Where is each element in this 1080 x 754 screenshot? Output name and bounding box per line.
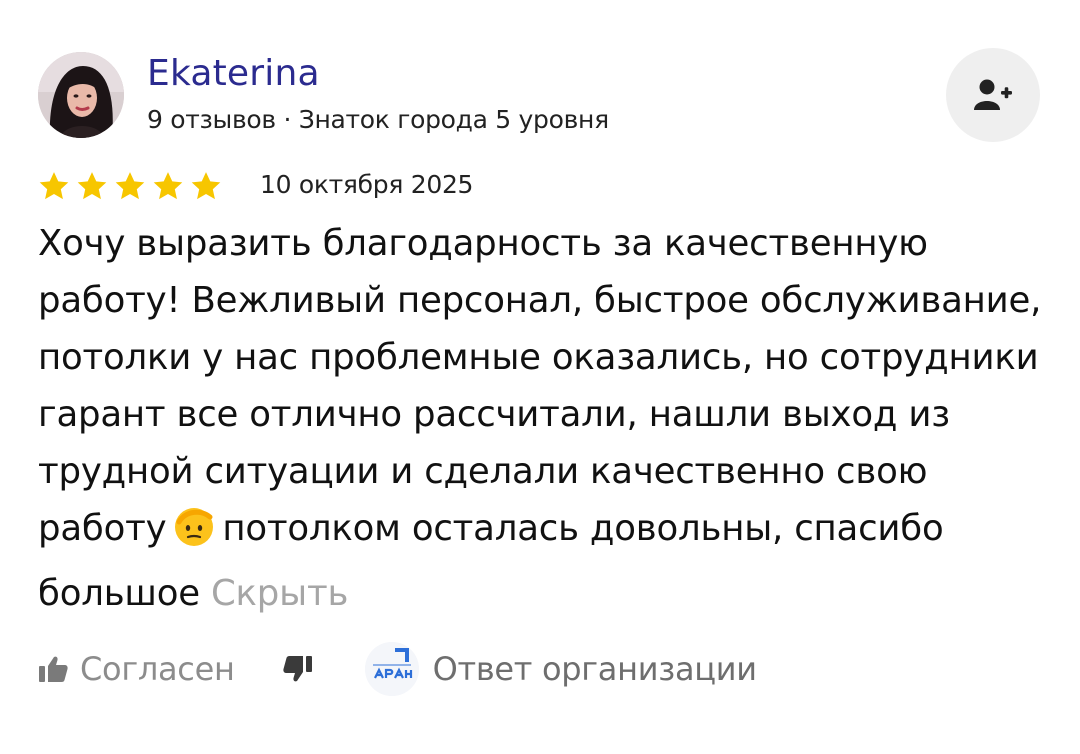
org-reply-label: Ответ организации (432, 650, 757, 688)
review-text: Хочу выразить благодарность за качествен… (38, 215, 1048, 622)
org-logo (364, 642, 419, 696)
star-icon (153, 172, 183, 200)
subscribe-button[interactable] (946, 48, 1040, 142)
star-icon (191, 172, 221, 200)
saluting-face-icon (172, 504, 216, 565)
like-button[interactable]: Согласен (38, 650, 235, 688)
review-text-part-1: Хочу выразить благодарность за качествен… (38, 223, 1042, 549)
star-icon (77, 172, 107, 200)
thumbs-down-icon (282, 656, 312, 682)
rating-stars (38, 170, 222, 202)
star-icon (115, 172, 145, 200)
avatar[interactable] (38, 52, 124, 138)
hide-link[interactable]: Скрыть (211, 573, 348, 614)
star-icon (39, 172, 69, 200)
review-actions: Согласен Ответ организации (38, 640, 757, 698)
thumbs-up-icon (39, 656, 68, 682)
review-date: 10 октября 2025 (260, 170, 474, 199)
org-reply-button[interactable]: Ответ организации (364, 642, 757, 696)
dislike-button[interactable] (282, 655, 313, 683)
like-label: Согласен (80, 650, 235, 688)
author-name[interactable]: Ekaterina (147, 52, 320, 96)
author-meta: 9 отзывов · Знаток города 5 уровня (147, 105, 609, 134)
add-user-icon (974, 79, 1012, 110)
